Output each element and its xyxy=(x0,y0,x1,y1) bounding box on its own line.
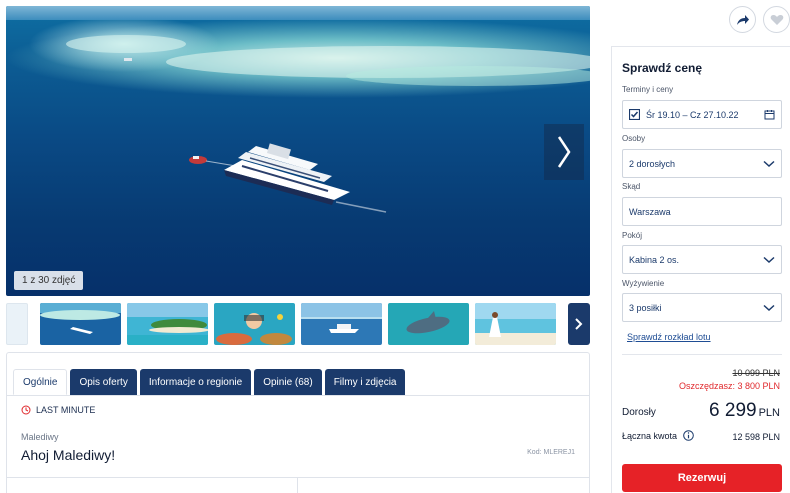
info-divider xyxy=(7,477,589,478)
savings-text: Oszczędzasz: 3 800 PLN xyxy=(678,381,780,391)
offer-code: Kod: MLEREJ1 xyxy=(527,449,575,456)
departure-field[interactable]: Warszawa xyxy=(622,197,782,226)
tender-boat xyxy=(189,156,237,167)
room-label: Pokój xyxy=(622,231,643,240)
tabs-divider xyxy=(7,395,589,396)
board-label: Wyżywienie xyxy=(622,279,665,288)
favourite-button[interactable] xyxy=(763,6,790,33)
thumb-yacht-side[interactable] xyxy=(301,303,382,345)
info-column-divider xyxy=(297,478,298,493)
share-icon xyxy=(736,14,749,25)
hero-scene xyxy=(66,35,590,213)
thumb-snorkeling[interactable] xyxy=(214,303,295,345)
dates-label: Terminy i ceny xyxy=(622,85,674,94)
thumbnail-strip xyxy=(6,303,590,347)
offer-title: Ahoj Malediwy! xyxy=(21,447,116,463)
booking-title: Sprawdź cenę xyxy=(622,61,703,75)
price-divider xyxy=(622,354,782,355)
chevron-right-icon xyxy=(575,318,583,330)
share-button[interactable] xyxy=(729,6,756,33)
offer-tabs: Ogólnie Opis oferty Informacje o regioni… xyxy=(13,369,406,395)
thumbnails-next-button[interactable] xyxy=(568,303,590,345)
last-minute-badge: LAST MINUTE xyxy=(21,405,95,415)
heart-icon xyxy=(770,14,783,25)
price-per-person: 6 299 PLN xyxy=(709,400,780,422)
tab-region-info[interactable]: Informacje o regionie xyxy=(139,369,252,395)
clock-icon xyxy=(21,405,31,415)
hero-photo[interactable]: 1 z 30 zdjęć xyxy=(6,6,590,296)
next-photo-button[interactable] xyxy=(544,124,584,180)
old-price: 10 099 PLN xyxy=(732,368,780,378)
dates-field[interactable]: Śr 19.10 – Cz 27.10.22 xyxy=(622,100,782,129)
tab-reviews[interactable]: Opinie (68) xyxy=(254,369,322,395)
destination-country: Malediwy xyxy=(21,432,59,442)
flight-schedule-link[interactable]: Sprawdź rozkład lotu xyxy=(627,332,711,342)
distant-boat xyxy=(124,58,132,61)
board-value: 3 posiłki xyxy=(629,302,662,313)
reserve-button[interactable]: Rezerwuj xyxy=(622,464,782,492)
price-value: 6 299 xyxy=(709,400,757,421)
from-label: Skąd xyxy=(622,182,641,191)
photo-counter: 1 z 30 zdjęć xyxy=(14,271,84,290)
total-label-row: Łączna kwota xyxy=(622,430,694,441)
chevron-down-icon xyxy=(763,160,775,167)
dates-value: Śr 19.10 – Cz 27.10.22 xyxy=(646,109,739,120)
adults-label: Dorosły xyxy=(622,407,656,418)
price-currency: PLN xyxy=(758,407,780,419)
last-minute-label: LAST MINUTE xyxy=(36,405,96,415)
booking-panel: Sprawdź cenę Terminy i ceny Śr 19.10 – C… xyxy=(611,46,790,493)
thumb-dolphin[interactable] xyxy=(388,303,469,345)
departure-value: Warszawa xyxy=(629,206,671,217)
tab-videos-photos[interactable]: Filmy i zdjęcia xyxy=(324,369,406,395)
chevron-down-icon xyxy=(763,256,775,263)
yacht xyxy=(224,143,387,213)
board-select[interactable]: 3 posiłki xyxy=(622,293,782,322)
total-value: 12 598 PLN xyxy=(732,432,780,442)
persons-select[interactable]: 2 dorosłych xyxy=(622,149,782,178)
chevron-right-icon xyxy=(557,136,571,168)
tab-offer-description[interactable]: Opis oferty xyxy=(70,369,137,395)
thumb-island-beach[interactable] xyxy=(127,303,208,345)
room-select[interactable]: Kabina 2 os. xyxy=(622,245,782,274)
offer-page: 1 z 30 zdjęć Ogólnie Opis oferty Informa… xyxy=(0,0,790,493)
checkbox-checked-icon xyxy=(629,109,640,120)
chevron-down-icon xyxy=(763,304,775,311)
room-value: Kabina 2 os. xyxy=(629,254,680,265)
thumb-woman-beach[interactable] xyxy=(475,303,556,345)
calendar-icon xyxy=(764,110,775,120)
thumb-yacht-aerial[interactable] xyxy=(40,303,121,345)
total-label: Łączna kwota xyxy=(622,430,678,441)
thumbnail-partial[interactable] xyxy=(6,303,28,345)
tab-overview[interactable]: Ogólnie xyxy=(13,369,68,395)
persons-label: Osoby xyxy=(622,134,646,143)
offer-info-card: Ogólnie Opis oferty Informacje o regioni… xyxy=(6,352,590,493)
info-icon[interactable] xyxy=(683,430,694,441)
persons-value: 2 dorosłych xyxy=(629,158,676,169)
